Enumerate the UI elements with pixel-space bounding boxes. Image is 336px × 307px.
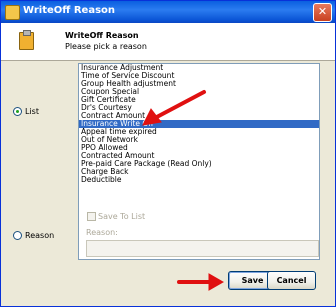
writeoff-dialog: WriteOff Reason ✕ WriteOff Reason Please… <box>0 0 336 307</box>
red-arrow-icon <box>177 273 225 291</box>
